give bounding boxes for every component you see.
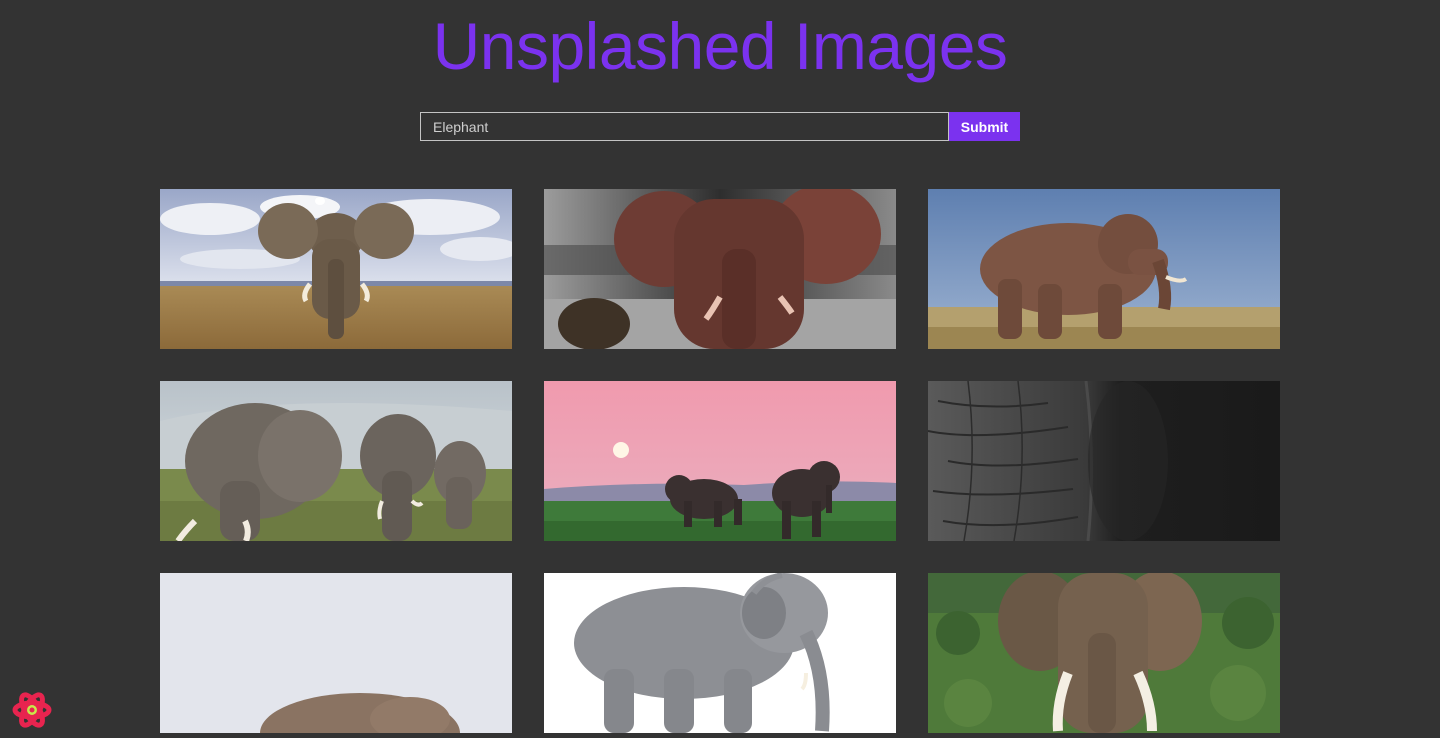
elephant-image [160, 189, 512, 349]
image-tile[interactable] [160, 573, 512, 733]
image-tile[interactable] [928, 573, 1280, 733]
image-tile[interactable] [544, 189, 896, 349]
image-tile[interactable] [544, 573, 896, 733]
elephant-image [544, 381, 896, 541]
elephant-image [928, 189, 1280, 349]
image-tile[interactable] [160, 189, 512, 349]
elephant-image [544, 573, 896, 733]
react-devtools-icon[interactable] [12, 690, 52, 730]
app-page: Unsplashed Images Submit [0, 0, 1440, 738]
image-tile[interactable] [928, 381, 1280, 541]
image-tile[interactable] [928, 189, 1280, 349]
submit-button[interactable]: Submit [949, 112, 1020, 141]
image-tile[interactable] [160, 381, 512, 541]
elephant-image [544, 189, 896, 349]
elephant-image [160, 573, 512, 733]
elephant-image [928, 381, 1280, 541]
image-tile[interactable] [544, 381, 896, 541]
image-grid [160, 189, 1280, 733]
search-input[interactable] [420, 112, 949, 141]
search-form: Submit [420, 112, 1020, 141]
elephant-image [928, 573, 1280, 733]
elephant-image [160, 381, 512, 541]
page-title: Unsplashed Images [432, 9, 1008, 83]
